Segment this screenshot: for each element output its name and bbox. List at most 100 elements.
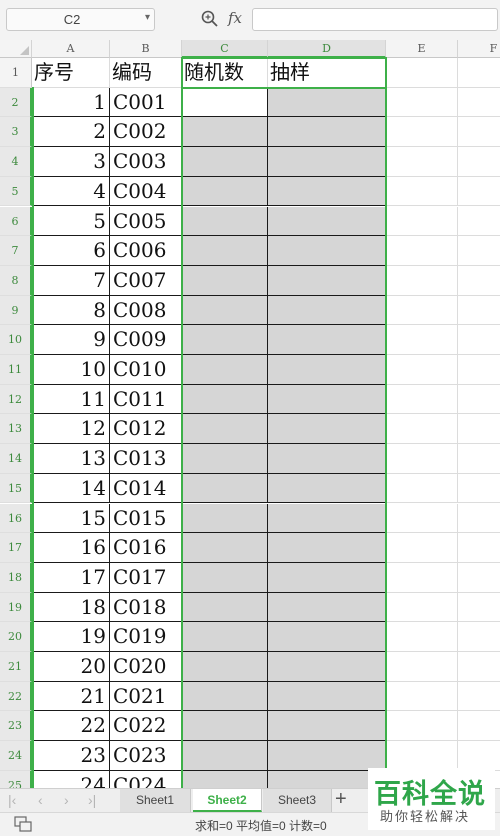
cell-c17[interactable]	[182, 533, 268, 563]
cell-c12[interactable]	[182, 384, 268, 415]
row-header-16[interactable]: 16	[0, 503, 32, 534]
cell-f15[interactable]	[458, 473, 500, 504]
cell-a12[interactable]: 11	[32, 384, 110, 415]
cell-c8[interactable]	[182, 265, 268, 296]
cell-f9[interactable]	[458, 295, 500, 326]
cell-a20[interactable]: 19	[32, 622, 110, 652]
cell-e1[interactable]	[386, 58, 458, 88]
cell-c24[interactable]	[182, 741, 268, 771]
cell-f21[interactable]	[458, 652, 500, 682]
cell-f19[interactable]	[458, 592, 500, 623]
cell-b19[interactable]: C018	[110, 592, 182, 623]
cell-f23[interactable]	[458, 711, 500, 742]
cell-c19[interactable]	[182, 592, 268, 623]
cell-a21[interactable]: 20	[32, 652, 110, 682]
cell-e2[interactable]	[386, 87, 458, 118]
cell-a14[interactable]: 13	[32, 444, 110, 474]
cell-e13[interactable]	[386, 414, 458, 445]
cell-a8[interactable]: 7	[32, 265, 110, 296]
cell-c9[interactable]	[182, 295, 268, 326]
row-header-11[interactable]: 11	[0, 355, 32, 385]
cell-f11[interactable]	[458, 355, 500, 385]
status-layout-icon[interactable]	[14, 816, 32, 832]
cell-d19[interactable]	[268, 592, 386, 623]
row-header-18[interactable]: 18	[0, 562, 32, 593]
cell-f16[interactable]	[458, 503, 500, 534]
cell-b12[interactable]: C011	[110, 384, 182, 415]
cell-f8[interactable]	[458, 265, 500, 296]
cell-d12[interactable]	[268, 384, 386, 415]
row-header-10[interactable]: 10	[0, 325, 32, 355]
column-header-e[interactable]: E	[386, 40, 458, 58]
cell-e12[interactable]	[386, 384, 458, 415]
cell-b2[interactable]: C001	[110, 87, 182, 118]
cell-e23[interactable]	[386, 711, 458, 742]
column-header-f[interactable]: F	[458, 40, 500, 58]
header-cell-a[interactable]: 序号	[32, 58, 110, 88]
cell-c6[interactable]	[182, 206, 268, 237]
cell-f22[interactable]	[458, 681, 500, 712]
cell-b16[interactable]: C015	[110, 503, 182, 534]
cell-e10[interactable]	[386, 325, 458, 355]
row-header-13[interactable]: 13	[0, 414, 32, 445]
tab-sheet2[interactable]: Sheet2	[193, 789, 262, 812]
cell-f6[interactable]	[458, 206, 500, 237]
cell-f12[interactable]	[458, 384, 500, 415]
cell-b22[interactable]: C021	[110, 681, 182, 712]
cell-b10[interactable]: C009	[110, 325, 182, 355]
cell-b5[interactable]: C004	[110, 176, 182, 207]
cell-c7[interactable]	[182, 236, 268, 266]
cell-b6[interactable]: C005	[110, 206, 182, 237]
cell-b13[interactable]: C012	[110, 414, 182, 445]
row-header-6[interactable]: 6	[0, 206, 32, 237]
add-sheet-icon[interactable]: +	[335, 788, 347, 811]
cell-e7[interactable]	[386, 236, 458, 266]
row-header-9[interactable]: 9	[0, 295, 32, 326]
row-header-14[interactable]: 14	[0, 444, 32, 474]
cell-b20[interactable]: C019	[110, 622, 182, 652]
cell-c16[interactable]	[182, 503, 268, 534]
row-header-22[interactable]: 22	[0, 681, 32, 712]
cell-e20[interactable]	[386, 622, 458, 652]
nav-first-icon[interactable]: |‹	[8, 792, 16, 808]
cell-e3[interactable]	[386, 117, 458, 148]
cell-d17[interactable]	[268, 533, 386, 563]
cell-a19[interactable]: 18	[32, 592, 110, 623]
cell-e5[interactable]	[386, 176, 458, 207]
cell-a16[interactable]: 15	[32, 503, 110, 534]
cell-a10[interactable]: 9	[32, 325, 110, 355]
cell-d24[interactable]	[268, 741, 386, 771]
cell-e11[interactable]	[386, 355, 458, 385]
zoom-icon[interactable]	[200, 9, 220, 29]
cell-a5[interactable]: 4	[32, 176, 110, 207]
cell-b4[interactable]: C003	[110, 147, 182, 177]
cell-a2[interactable]: 1	[32, 87, 110, 118]
header-cell-d[interactable]: 抽样	[268, 58, 386, 88]
cell-e9[interactable]	[386, 295, 458, 326]
column-header-d[interactable]: D	[268, 40, 386, 58]
row-header-5[interactable]: 5	[0, 176, 32, 207]
cell-c25[interactable]	[182, 770, 268, 788]
cell-a17[interactable]: 16	[32, 533, 110, 563]
cell-f4[interactable]	[458, 147, 500, 177]
cell-a11[interactable]: 10	[32, 355, 110, 385]
cell-f17[interactable]	[458, 533, 500, 563]
cell-f2[interactable]	[458, 87, 500, 118]
row-header-24[interactable]: 24	[0, 741, 32, 771]
cell-b18[interactable]: C017	[110, 562, 182, 593]
cell-f1[interactable]	[458, 58, 500, 88]
dropdown-arrow-icon[interactable]: ▾	[145, 12, 150, 23]
row-header-25[interactable]: 25	[0, 770, 32, 788]
cell-d16[interactable]	[268, 503, 386, 534]
cell-d6[interactable]	[268, 206, 386, 237]
cell-a4[interactable]: 3	[32, 147, 110, 177]
header-cell-c[interactable]: 随机数	[182, 58, 268, 88]
cell-a13[interactable]: 12	[32, 414, 110, 445]
cell-e17[interactable]	[386, 533, 458, 563]
tab-sheet3[interactable]: Sheet3	[263, 789, 332, 812]
cell-d9[interactable]	[268, 295, 386, 326]
row-header-7[interactable]: 7	[0, 236, 32, 266]
cell-a3[interactable]: 2	[32, 117, 110, 148]
cell-a6[interactable]: 5	[32, 206, 110, 237]
cell-b15[interactable]: C014	[110, 473, 182, 504]
